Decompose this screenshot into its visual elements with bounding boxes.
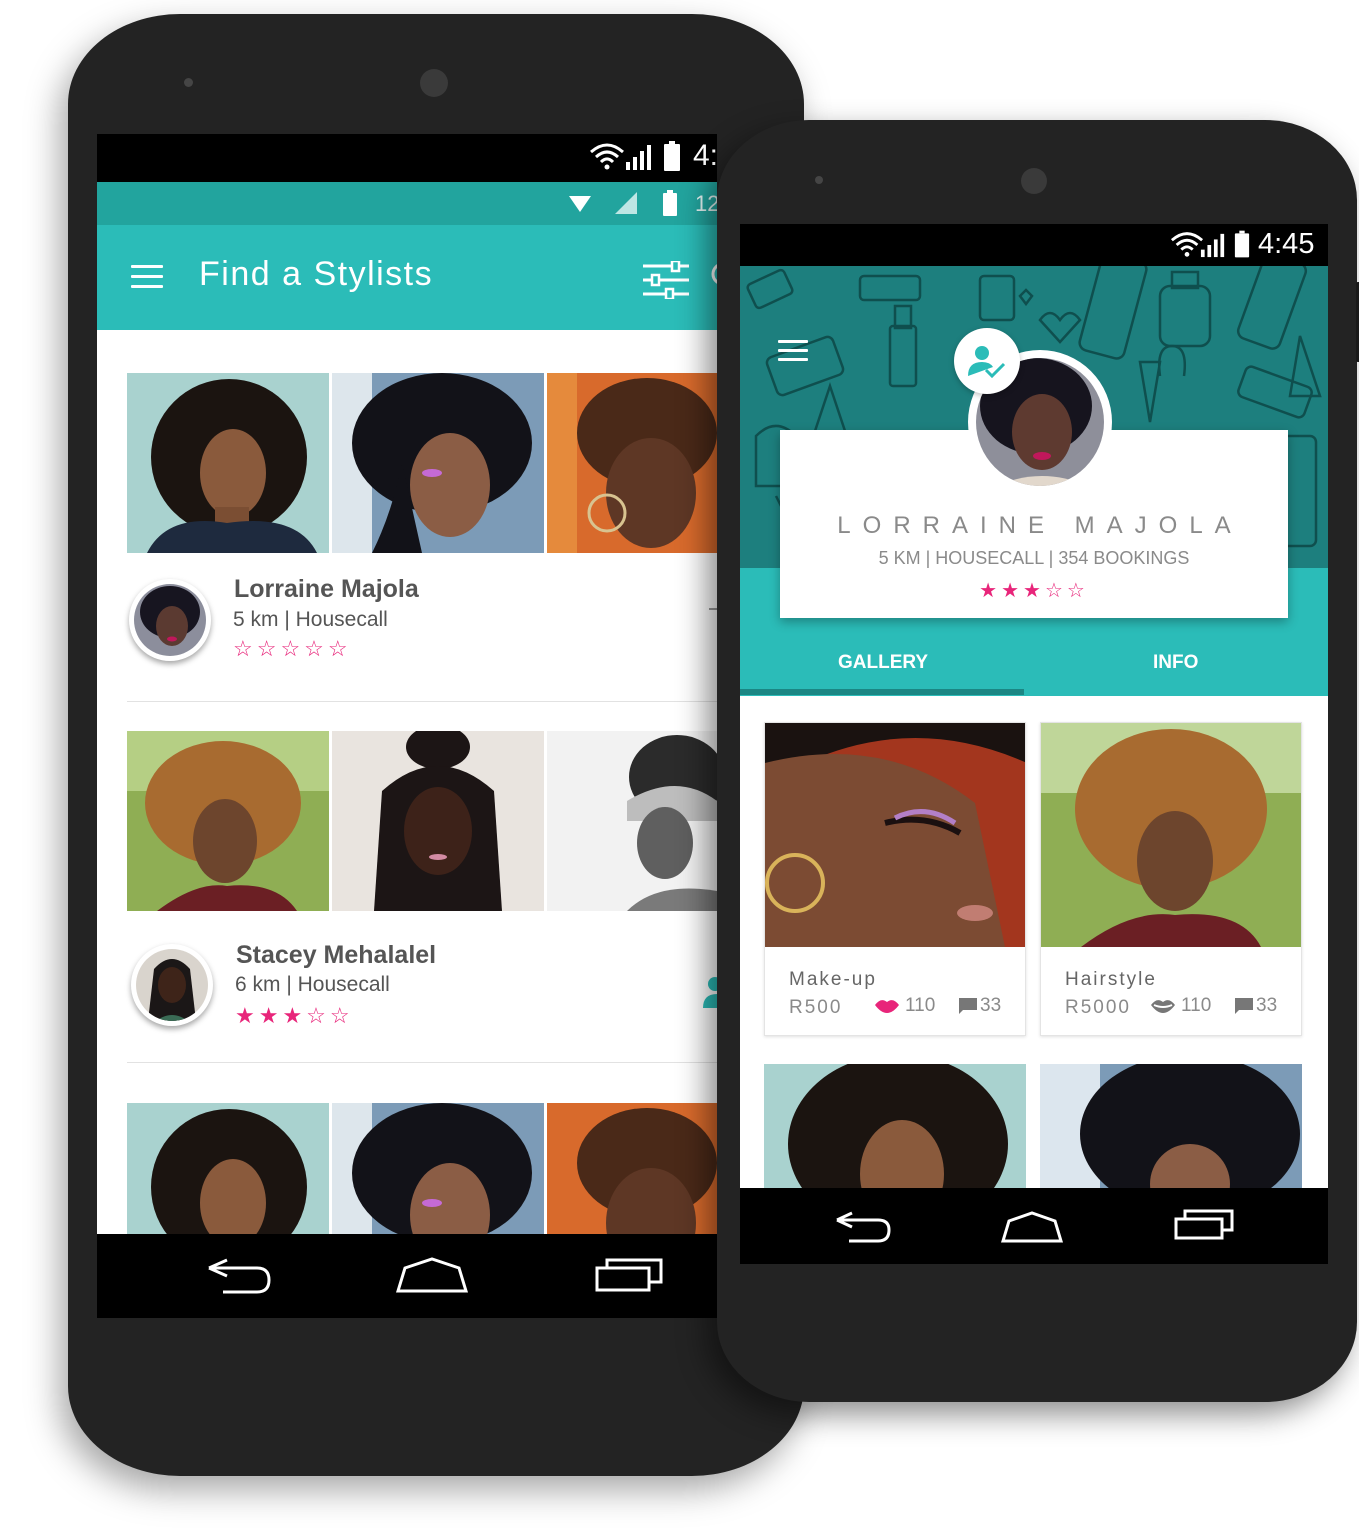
likes-count: 110 — [905, 995, 936, 1016]
recents-icon[interactable] — [595, 1256, 665, 1292]
wifi-icon — [1170, 232, 1204, 257]
follow-icon[interactable] — [701, 976, 717, 1008]
stylist-meta: 5 km | Housecall — [233, 608, 388, 631]
gallery-card[interactable]: Make-up R500 110 33 — [764, 722, 1026, 1036]
signal-icon — [615, 192, 637, 214]
status-time: 4: — [693, 139, 717, 172]
app-bar: Find a Stylists — [97, 225, 717, 330]
signal-icon — [1200, 233, 1225, 258]
tab-info[interactable]: INFO — [1153, 652, 1198, 674]
filter-icon[interactable] — [641, 261, 691, 299]
gallery-image[interactable] — [1041, 723, 1301, 947]
menu-icon[interactable] — [131, 265, 163, 289]
likes[interactable]: 110 — [1151, 995, 1211, 1017]
nav-bar — [97, 1234, 717, 1318]
signal-icon — [626, 145, 651, 170]
lips-icon — [1151, 1000, 1175, 1013]
stylist-photos-1[interactable] — [127, 373, 717, 553]
stylist-photos-2[interactable] — [127, 731, 717, 911]
back-icon[interactable] — [834, 1210, 892, 1244]
home-icon[interactable] — [395, 1256, 469, 1294]
follow-icon — [968, 346, 1006, 378]
menu-icon[interactable] — [778, 340, 808, 362]
photo-braids[interactable] — [332, 731, 544, 911]
photo-bob[interactable] — [332, 373, 544, 553]
comment-icon — [959, 998, 977, 1014]
rating-stars: ★★★☆☆ — [979, 580, 1089, 602]
stylist-profile-screen: 4:45 LORRAINE MAJOLA 5 KM | HOUSECALL | … — [740, 224, 1328, 1264]
status-time: 4:45 — [1258, 228, 1315, 260]
speaker — [184, 78, 193, 87]
lips-icon — [875, 1000, 899, 1013]
tab-gallery[interactable]: GALLERY — [838, 652, 928, 674]
battery-icon — [1234, 230, 1250, 258]
comment-icon — [1235, 998, 1253, 1014]
photo-updo[interactable] — [547, 373, 717, 553]
nav-bar — [740, 1188, 1328, 1264]
front-camera — [1021, 168, 1047, 194]
stylist-name[interactable]: Stacey Mehalalel — [236, 941, 436, 970]
follow-button[interactable] — [954, 328, 1020, 394]
divider — [127, 1062, 717, 1063]
likes[interactable]: 110 — [875, 995, 935, 1017]
battery-icon — [663, 190, 677, 216]
stage: 4: 12 Find a Stylists Lorraine Majola 5 … — [0, 0, 1359, 1539]
gallery-image[interactable] — [765, 723, 1025, 947]
page-title: Find a Stylists — [199, 255, 434, 293]
status-bar: 4: — [97, 134, 717, 182]
home-icon[interactable] — [1000, 1210, 1064, 1244]
photo-afro[interactable] — [127, 373, 329, 553]
status-bar: 4:45 — [740, 224, 1328, 266]
battery-icon — [664, 141, 680, 171]
photo-curly[interactable] — [127, 731, 329, 911]
wifi-icon — [569, 196, 591, 212]
speaker — [815, 176, 823, 184]
avatar[interactable] — [129, 579, 211, 661]
gallery-category: Make-up — [789, 969, 877, 990]
front-camera — [420, 69, 448, 97]
comments[interactable]: 33 — [1235, 995, 1277, 1017]
wifi-icon — [590, 143, 624, 170]
rating-stars: ★★★☆☆ — [235, 1003, 354, 1028]
more-indicator — [709, 608, 717, 610]
gallery-card[interactable]: Hairstyle R5000 110 33 — [1040, 722, 1302, 1036]
back-icon[interactable] — [205, 1256, 273, 1296]
gallery-category: Hairstyle — [1065, 969, 1157, 990]
comments[interactable]: 33 — [959, 995, 1001, 1017]
photo-headwrap[interactable] — [547, 731, 717, 911]
rating-stars: ☆☆☆☆☆ — [233, 636, 352, 661]
inner-status-bar: 12 — [97, 182, 717, 225]
comments-count: 33 — [1256, 995, 1278, 1016]
inner-status-time: 12 — [695, 191, 717, 216]
recents-icon[interactable] — [1174, 1208, 1236, 1240]
comments-count: 33 — [980, 995, 1002, 1016]
profile-meta: 5 KM | HOUSECALL | 354 BOOKINGS — [878, 548, 1190, 568]
likes-count: 110 — [1181, 995, 1212, 1016]
stylist-list-screen: 4: 12 Find a Stylists Lorraine Majola 5 … — [97, 134, 717, 1318]
gallery-price: R5000 — [1065, 997, 1131, 1018]
avatar[interactable] — [131, 944, 213, 1026]
stylist-meta: 6 km | Housecall — [235, 973, 390, 996]
search-icon[interactable] — [707, 261, 717, 293]
profile-name: LORRAINE MAJOLA — [837, 512, 1243, 539]
tab-indicator — [740, 689, 1024, 695]
divider — [127, 701, 717, 702]
stylist-name[interactable]: Lorraine Majola — [234, 575, 419, 604]
gallery-price: R500 — [789, 997, 843, 1018]
